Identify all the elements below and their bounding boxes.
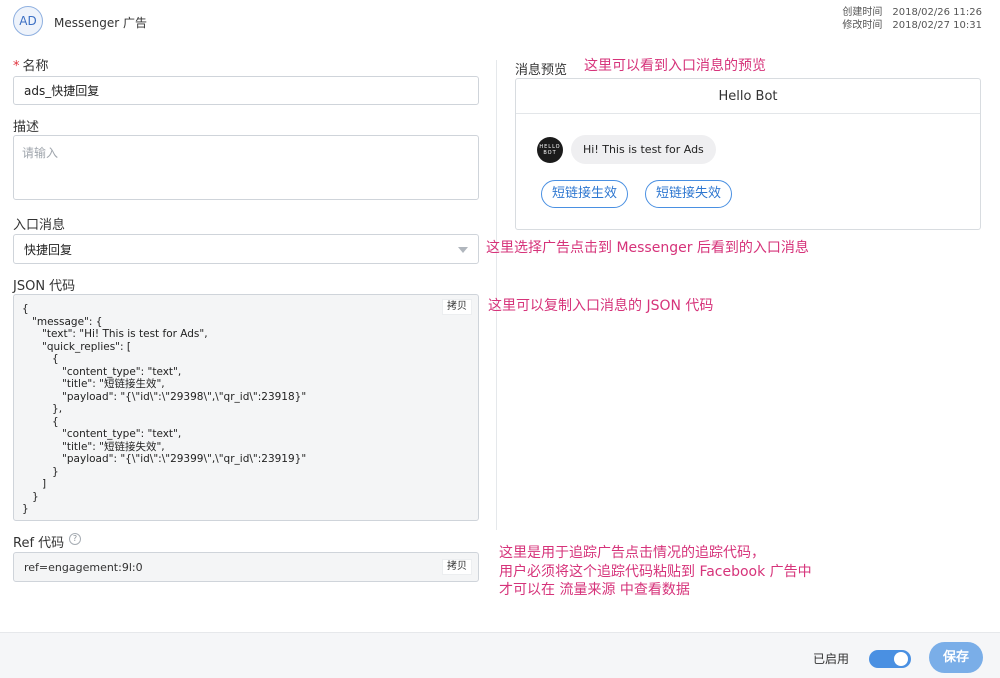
annotation-entry: 这里选择广告点击到 Messenger 后看到的入口消息 bbox=[486, 240, 809, 256]
save-button[interactable]: 保存 bbox=[929, 642, 983, 673]
footer-bar: 已启用 保存 bbox=[0, 632, 1000, 678]
modified-label: 修改时间 bbox=[842, 20, 883, 31]
quick-reply-button[interactable]: 短链接生效 bbox=[541, 180, 629, 208]
created-label: 创建时间 bbox=[842, 7, 883, 18]
json-code-text: { "message": { "text": "Hi! This is test… bbox=[22, 303, 307, 515]
description-label: 描述 bbox=[13, 120, 40, 135]
enabled-label: 已启用 bbox=[813, 652, 850, 666]
annotation-ref-line1: 这里是用于追踪广告点击情况的追踪代码， bbox=[499, 545, 765, 561]
bot-avatar: HELLO BOT bbox=[537, 137, 563, 163]
message-bubble: Hi! This is test for Ads bbox=[571, 135, 716, 164]
name-input[interactable]: ads_快捷回复 bbox=[13, 76, 479, 105]
json-code-box[interactable]: { "message": { "text": "Hi! This is test… bbox=[13, 294, 479, 521]
annotation-json: 这里可以复制入口消息的 JSON 代码 bbox=[488, 298, 714, 314]
created-row: 创建时间 2018/02/26 11:26 bbox=[842, 6, 982, 19]
entry-message-select[interactable]: 快捷回复 bbox=[13, 234, 479, 264]
modified-value: 2018/02/27 10:31 bbox=[892, 20, 982, 31]
column-divider bbox=[496, 60, 497, 530]
created-value: 2018/02/26 11:26 bbox=[892, 7, 982, 18]
modified-row: 修改时间 2018/02/27 10:31 bbox=[842, 19, 982, 32]
enabled-toggle[interactable] bbox=[869, 650, 911, 668]
preview-label: 消息预览 bbox=[515, 63, 568, 78]
preview-bot-name: Hello Bot bbox=[516, 79, 980, 114]
toggle-knob bbox=[894, 652, 908, 666]
description-textarea[interactable]: 请输入 bbox=[13, 135, 479, 200]
timestamps: 创建时间 2018/02/26 11:26 修改时间 2018/02/27 10… bbox=[842, 6, 982, 32]
name-label-text: 名称 bbox=[22, 59, 49, 74]
entry-message-label: 入口消息 bbox=[13, 218, 66, 233]
quick-reply-button[interactable]: 短链接失效 bbox=[645, 180, 733, 208]
required-marker: * bbox=[13, 59, 20, 74]
message-preview: Hello Bot HELLO BOT Hi! This is test for… bbox=[515, 78, 981, 230]
annotation-preview: 这里可以看到入口消息的预览 bbox=[584, 58, 766, 74]
ref-code-label: Ref 代码 bbox=[13, 536, 65, 551]
copy-json-button[interactable]: 拷贝 bbox=[442, 299, 472, 315]
page-header: AD Messenger 广告 创建时间 2018/02/26 11:26 修改… bbox=[0, 0, 1000, 44]
app-title: Messenger 广告 bbox=[54, 16, 147, 30]
help-icon[interactable]: ? bbox=[69, 533, 81, 545]
bot-avatar-line2: BOT bbox=[543, 150, 557, 156]
annotation-ref-line2: 用户必须将这个追踪代码粘贴到 Facebook 广告中 bbox=[499, 564, 812, 580]
ref-code-box[interactable]: ref=engagement:9l:0 拷贝 bbox=[13, 552, 479, 582]
json-code-label: JSON 代码 bbox=[13, 279, 76, 294]
chevron-down-icon bbox=[458, 247, 468, 253]
annotation-ref-line3: 才可以在 流量来源 中查看数据 bbox=[499, 582, 690, 598]
ref-code-value: ref=engagement:9l:0 bbox=[24, 561, 143, 574]
app-avatar: AD bbox=[13, 6, 43, 36]
entry-message-value: 快捷回复 bbox=[24, 242, 73, 257]
copy-ref-button[interactable]: 拷贝 bbox=[442, 559, 472, 575]
name-label: * 名称 bbox=[13, 55, 49, 74]
